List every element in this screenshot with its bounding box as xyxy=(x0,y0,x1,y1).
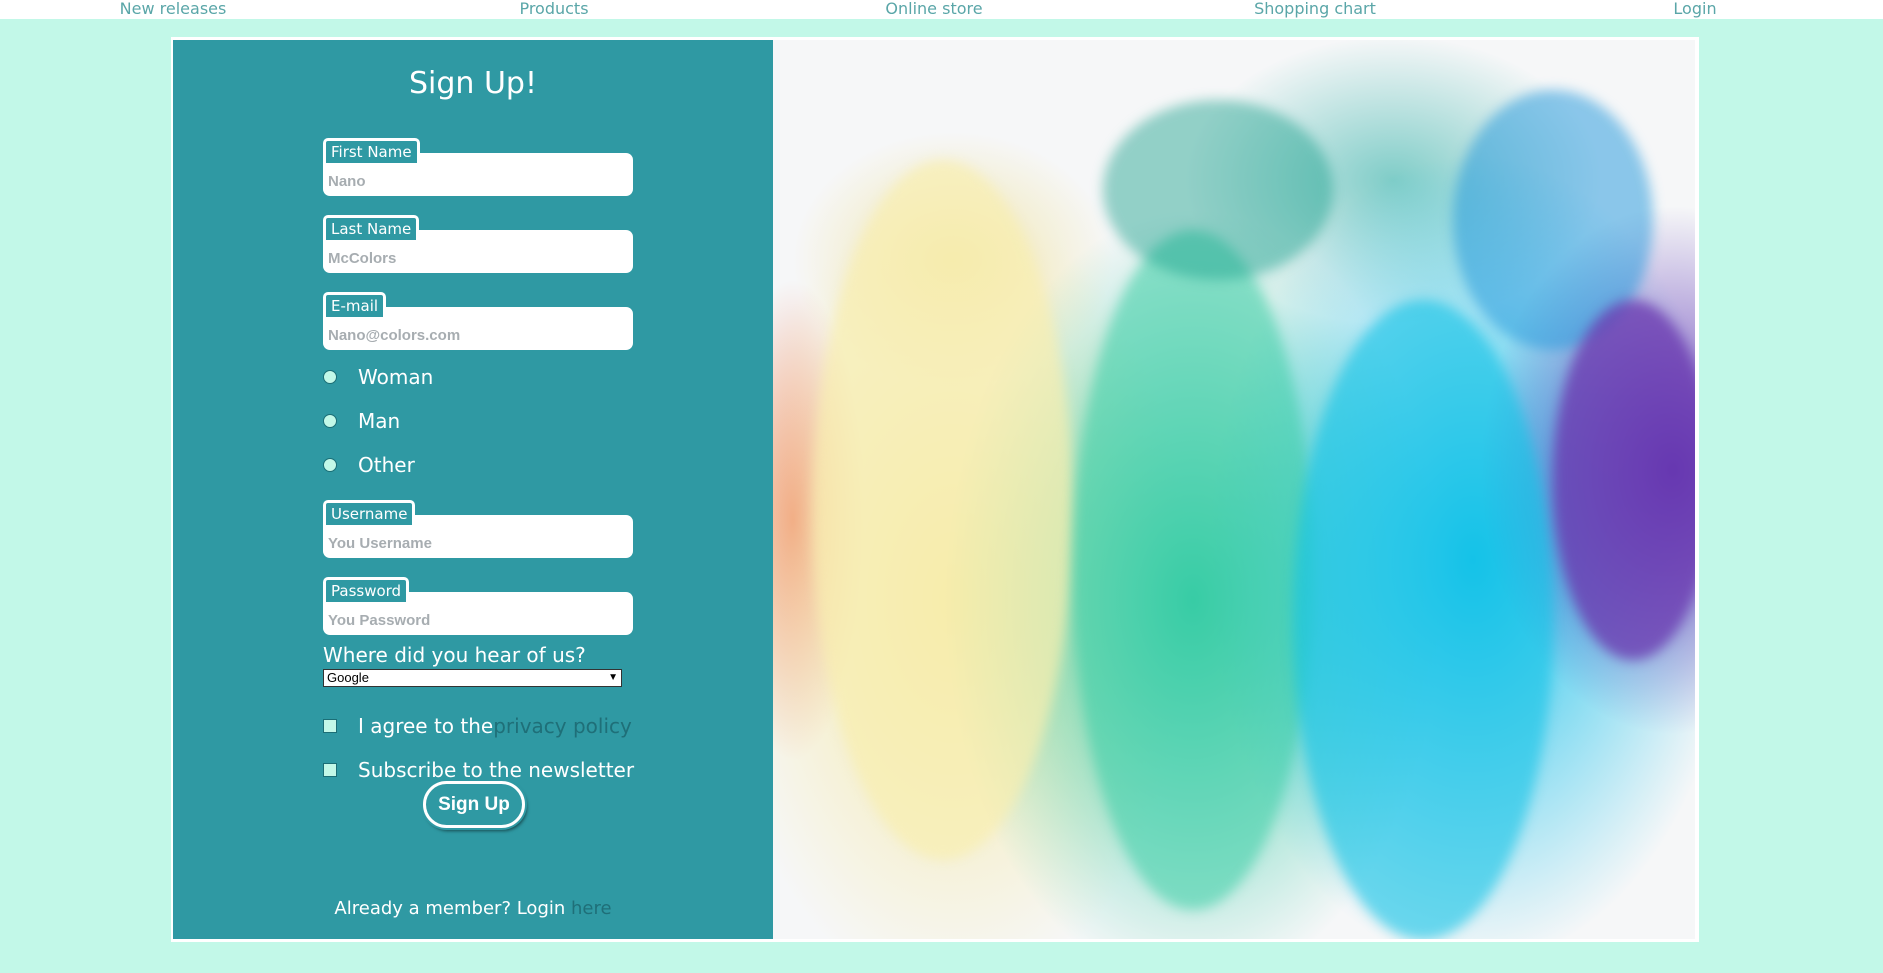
first-name-field: First Name xyxy=(323,138,633,196)
man-radio[interactable] xyxy=(323,414,337,428)
nav-online-store[interactable]: Online store xyxy=(885,0,982,19)
hear-about-selected: Google xyxy=(327,670,369,685)
chevron-down-icon: ▼ xyxy=(608,672,618,683)
email-field: E-mail xyxy=(323,292,633,350)
newsletter-checkbox[interactable] xyxy=(323,763,337,777)
page-title: Sign Up! xyxy=(409,66,537,101)
hear-about-select[interactable]: Google ▼ xyxy=(323,669,622,687)
agree-text: I agree to the xyxy=(358,714,494,738)
agree-label: I agree to theprivacy policy xyxy=(358,714,632,738)
nav-shopping-chart[interactable]: Shopping chart xyxy=(1254,0,1376,19)
login-here-link[interactable]: here xyxy=(571,898,612,919)
ink-cloud-teal xyxy=(1103,100,1333,280)
email-label: E-mail xyxy=(323,292,387,317)
ink-cloud-yellow xyxy=(813,160,1073,860)
nav-login[interactable]: Login xyxy=(1673,0,1716,19)
woman-radio[interactable] xyxy=(323,370,337,384)
sign-up-button[interactable]: Sign Up xyxy=(423,781,525,828)
member-text: Already a member? Login xyxy=(334,898,566,919)
nav-products[interactable]: Products xyxy=(519,0,588,19)
signup-card: Sign Up! First Name Last Name E-mail Wom… xyxy=(171,37,1699,942)
signup-form: Sign Up! First Name Last Name E-mail Wom… xyxy=(173,40,773,939)
ink-cloud-green xyxy=(1073,230,1313,910)
hear-about-label: Where did you hear of us? xyxy=(323,643,586,667)
hero-ink-image xyxy=(773,40,1695,939)
last-name-label: Last Name xyxy=(323,215,420,240)
woman-label: Woman xyxy=(358,365,434,389)
password-field: Password xyxy=(323,577,633,635)
agree-checkbox[interactable] xyxy=(323,719,337,733)
password-label: Password xyxy=(323,577,410,602)
other-radio[interactable] xyxy=(323,458,337,472)
first-name-label: First Name xyxy=(323,138,420,163)
last-name-field: Last Name xyxy=(323,215,633,273)
username-field: Username xyxy=(323,500,633,558)
ink-cloud-cyan xyxy=(1293,300,1553,939)
other-label: Other xyxy=(358,453,415,477)
username-label: Username xyxy=(323,500,416,525)
privacy-policy-link[interactable]: privacy policy xyxy=(493,714,632,738)
nav-new-releases[interactable]: New releases xyxy=(120,0,227,19)
top-nav: New releases Products Online store Shopp… xyxy=(0,0,1883,19)
newsletter-label: Subscribe to the newsletter xyxy=(358,758,635,782)
member-login-line: Already a member? Login here xyxy=(173,898,773,919)
ink-cloud-purple xyxy=(1553,300,1695,660)
man-label: Man xyxy=(358,409,401,433)
